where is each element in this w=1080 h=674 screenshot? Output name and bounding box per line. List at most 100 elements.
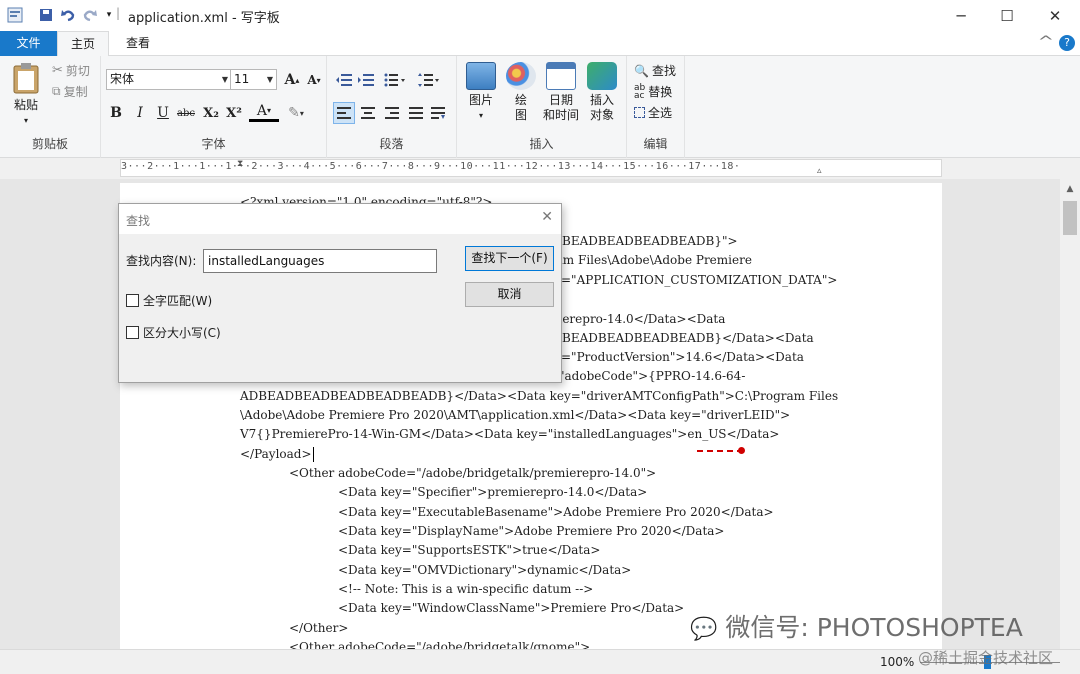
whole-word-checkbox[interactable]	[126, 294, 139, 307]
copy-label: 复制	[63, 85, 88, 99]
strikethrough-button[interactable]: abc	[175, 102, 197, 124]
font-family-select[interactable]: 宋体 ▼	[106, 69, 232, 90]
font-color-button[interactable]: A ▾	[249, 102, 279, 122]
maximize-button[interactable]: ☐	[984, 0, 1030, 31]
justify-icon[interactable]	[405, 102, 427, 124]
doc-line: <Data key="Specifier">premierepro-14.0</…	[338, 485, 648, 499]
insert-object-button[interactable]: 插入 对象	[585, 62, 619, 123]
font-group-label: 字体	[201, 137, 226, 151]
italic-button[interactable]: I	[129, 102, 151, 124]
subscript-button[interactable]: X₂	[200, 102, 222, 124]
doc-line: ogram Files\Adobe\Adobe Premiere	[535, 253, 752, 267]
wechat-watermark: 💬 微信号: PHOTOSHOPTEA	[690, 608, 1023, 644]
find-next-button[interactable]: 查找下一个(F)	[465, 246, 554, 271]
replace-button[interactable]: ab ac 替换	[634, 83, 672, 100]
indent-marker-icon[interactable]: ⧗	[237, 159, 243, 169]
paste-dropdown-icon: ▾	[23, 116, 28, 125]
line-spacing-icon[interactable]	[415, 69, 443, 91]
paint-label-2: 图	[514, 108, 527, 122]
doc-line: <!-- Note: This is a win-specific datum …	[338, 582, 594, 596]
cancel-button[interactable]: 取消	[465, 282, 554, 307]
whole-word-label: 全字匹配(W)	[143, 294, 213, 308]
right-indent-marker-icon[interactable]: ▵	[817, 166, 822, 176]
scrollbar-thumb[interactable]	[1063, 201, 1077, 235]
increase-indent-icon[interactable]	[355, 69, 377, 91]
bold-button[interactable]: B	[105, 102, 127, 124]
collapse-ribbon-icon[interactable]: ^	[1038, 34, 1054, 50]
select-all-button[interactable]: 全选	[634, 104, 672, 121]
doc-line: <Data key="WindowClassName">Premiere Pro…	[338, 601, 685, 615]
redo-icon[interactable]	[81, 6, 99, 24]
ruler[interactable]: 3···2···1···1···1···2···3···4···5···6···…	[120, 159, 942, 177]
doc-line: </Other>	[289, 621, 349, 635]
picture-button[interactable]: 图片 ▾	[463, 62, 499, 123]
paste-label: 粘贴	[13, 98, 38, 112]
find-dialog: 查找 ✕ 查找内容(N): 查找下一个(F) 取消 全字匹配(W) 区分大小写(…	[118, 203, 562, 383]
help-icon[interactable]: ?	[1059, 35, 1075, 51]
find-button[interactable]: 🔍 查找	[634, 62, 676, 79]
paint-drawing-button[interactable]: 绘 图	[505, 62, 537, 123]
cut-label: 剪切	[65, 64, 90, 78]
close-button[interactable]: ✕	[1032, 0, 1078, 31]
find-what-input[interactable]	[203, 249, 437, 273]
whole-word-option[interactable]: 全字匹配(W)	[126, 292, 212, 309]
vertical-scrollbar[interactable]: ▲	[1060, 179, 1080, 649]
doc-line: EADBEADBEADBEADBEADB}">	[535, 234, 738, 248]
highlight-button[interactable]: ✎ ▾	[281, 102, 311, 124]
clipboard-group-label: 剪贴板	[31, 137, 68, 151]
match-case-option[interactable]: 区分大小写(C)	[126, 324, 221, 341]
match-case-checkbox[interactable]	[126, 326, 139, 339]
insert-group: 图片 ▾ 绘 图 日期 和时间 插入 对象 插入	[457, 56, 627, 158]
copy-icon: ⧉	[52, 84, 61, 98]
find-dialog-close-icon[interactable]: ✕	[541, 209, 553, 225]
bullet-list-icon[interactable]	[381, 69, 409, 91]
wechat-icon: 💬	[690, 617, 718, 642]
align-right-icon[interactable]	[381, 102, 403, 124]
picture-label: 图片	[468, 93, 493, 107]
font-size-select[interactable]: 11 ▼	[230, 69, 277, 90]
align-left-icon[interactable]	[333, 102, 355, 124]
superscript-button[interactable]: X²	[223, 102, 245, 124]
tab-view[interactable]: 查看	[112, 31, 164, 56]
red-annotation-underline	[697, 450, 743, 452]
doc-line: EADBEADBEADBEADBEADB}</Data><Data	[535, 331, 814, 345]
copy-button[interactable]: ⧉ 复制	[52, 83, 88, 100]
match-case-label: 区分大小写(C)	[143, 326, 221, 340]
doc-line: "adobeCode">{PPRO-14.6-64-	[559, 369, 746, 383]
grow-font-button[interactable]: A ▴	[281, 69, 303, 91]
find-dialog-titlebar: 查找 ✕	[119, 204, 561, 234]
underline-button[interactable]: U	[152, 102, 174, 124]
paragraph-group-label: 段落	[379, 137, 404, 151]
doc-line: <Data key="ExecutableBasename">Adobe Pre…	[338, 505, 774, 519]
doc-line: ="APPLICATION_CUSTOMIZATION_DATA">	[561, 273, 838, 287]
text-cursor	[313, 447, 314, 462]
cut-button[interactable]: ✂ 剪切	[52, 62, 90, 79]
find-label: 查找	[651, 64, 676, 78]
replace-icon: ab ac	[634, 82, 646, 101]
ribbon: 粘贴 ▾ ✂ 剪切 ⧉ 复制 剪贴板 宋体 ▼ 11 ▼ A ▴ A ▾ B I U…	[0, 56, 1080, 158]
wordpad-app-icon	[6, 6, 24, 24]
undo-icon[interactable]	[59, 6, 77, 24]
shrink-font-icon: A	[307, 73, 317, 87]
doc-line: </Payload>	[240, 447, 312, 461]
ruler-ticks: 3···2···1···1···1···2···3···4···5···6···…	[121, 161, 741, 172]
scroll-up-icon[interactable]: ▲	[1060, 179, 1080, 199]
align-center-icon[interactable]	[357, 102, 379, 124]
binoculars-icon: 🔍	[634, 63, 649, 78]
datetime-button[interactable]: 日期 和时间	[541, 62, 581, 123]
object-label-1: 插入	[589, 93, 614, 107]
tab-file[interactable]: 文件	[0, 31, 57, 56]
palette-icon	[506, 62, 536, 90]
doc-line: <Other adobeCode="/adobe/bridgetalk/gnom…	[289, 640, 591, 649]
minimize-button[interactable]: ─	[938, 0, 984, 31]
decrease-indent-icon[interactable]	[333, 69, 355, 91]
paste-button[interactable]: 粘贴 ▾	[8, 62, 44, 128]
doc-line: V7{}PremierePro-14-Win-GM</Data><Data ke…	[240, 427, 780, 441]
doc-line: <Data key="DisplayName">Adobe Premiere P…	[338, 524, 725, 538]
replace-label: 替换	[648, 85, 673, 99]
paint-label-1: 绘	[514, 93, 527, 107]
tab-home[interactable]: 主页	[57, 31, 109, 57]
save-icon[interactable]	[37, 6, 55, 24]
shrink-font-button[interactable]: A ▾	[303, 69, 325, 91]
paragraph-settings-icon[interactable]	[427, 102, 449, 124]
